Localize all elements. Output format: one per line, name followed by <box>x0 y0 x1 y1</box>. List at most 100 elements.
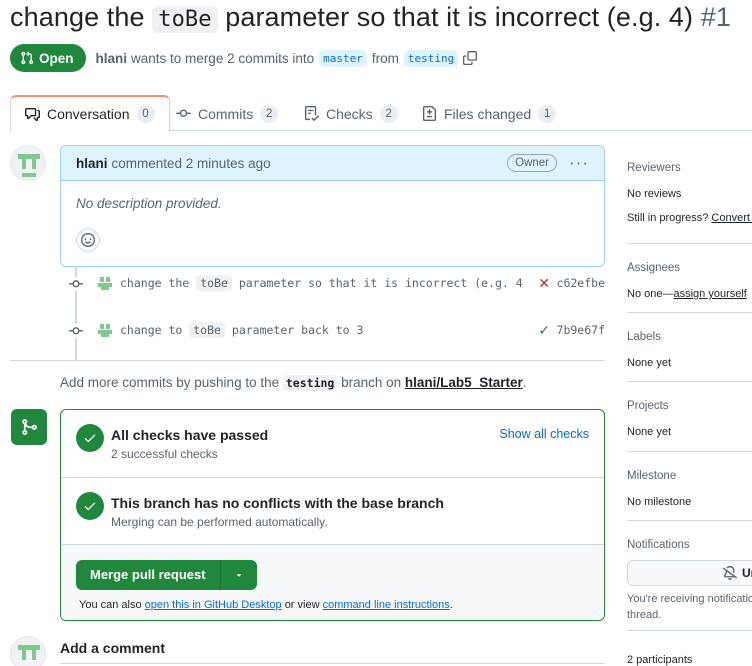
x-icon[interactable]: ✕ <box>538 275 550 292</box>
status-label: Open <box>39 50 74 66</box>
tab-label: Conversation <box>47 106 130 122</box>
git-pull-request-icon <box>21 51 34 65</box>
tab-count: 0 <box>136 105 155 123</box>
projects-value: None yet <box>627 426 672 438</box>
push-note: Add more commits by pushing to the testi… <box>60 375 527 391</box>
show-all-checks-link[interactable]: Show all checks <box>499 427 589 441</box>
tab-count: 2 <box>379 104 398 123</box>
labels-heading[interactable]: Labels <box>627 331 752 343</box>
reviewers-heading[interactable]: Reviewers <box>627 162 752 174</box>
status-badge: Open <box>10 44 86 72</box>
avatar[interactable] <box>10 636 46 666</box>
comment-header: hlani commented 2 minutes ago Owner ··· <box>61 146 604 181</box>
unsubscribe-button[interactable]: Un <box>627 560 752 586</box>
notification-text: You're receiving notificatio <box>627 593 752 605</box>
conflicts-subtitle: Merging can be performed automatically. <box>111 515 328 529</box>
pr-number: #1 <box>700 2 731 32</box>
tab-count: 1 <box>538 104 557 123</box>
triangle-down-icon <box>236 574 241 577</box>
merge-box: All checks have passed 2 successful chec… <box>60 409 605 621</box>
github-desktop-link[interactable]: open this in GitHub Desktop <box>145 599 282 611</box>
check-circle-icon <box>76 424 104 452</box>
tab-count: 2 <box>260 104 279 123</box>
tab-label: Files changed <box>444 105 532 122</box>
sidebar-assignees: Assignees No one—assign yourself <box>627 262 752 302</box>
git-commit-icon <box>68 277 84 291</box>
tab-commits[interactable]: Commits 2 <box>162 95 292 132</box>
comment-editor-border <box>60 663 605 664</box>
kebab-menu-icon[interactable]: ··· <box>569 154 589 171</box>
sidebar-milestone: Milestone No milestone <box>627 470 752 510</box>
title-text-prefix: change the <box>10 2 145 32</box>
tab-files-changed[interactable]: Files changed 1 <box>408 95 570 132</box>
base-branch[interactable]: master <box>319 49 367 67</box>
sidebar-projects: Projects None yet <box>627 400 752 440</box>
avatar[interactable] <box>97 322 113 338</box>
merge-options-dropdown[interactable] <box>221 560 257 590</box>
merge-button-label[interactable]: Merge pull request <box>76 560 221 590</box>
unsubscribe-label: Un <box>742 566 752 580</box>
sidebar-reviewers: Reviewers No reviews Still in progress? … <box>627 162 752 226</box>
commit-message[interactable]: change the toBe parameter so that it is … <box>120 275 523 291</box>
list-item: change the toBe parameter so that it is … <box>60 273 605 295</box>
conflicts-title: This branch has no conflicts with the ba… <box>111 495 444 511</box>
tab-label: Checks <box>326 105 373 122</box>
list-item: change to toBe parameter back to 3 ✓ 7b9… <box>60 320 605 342</box>
title-text-suffix: parameter so that it is incorrect (e.g. … <box>225 2 694 32</box>
head-branch[interactable]: testing <box>403 49 459 67</box>
projects-heading[interactable]: Projects <box>627 400 752 412</box>
assignees-value: No one— <box>627 288 674 300</box>
merge-pull-request-button[interactable]: Merge pull request <box>76 560 257 590</box>
command-line-link[interactable]: command line instructions <box>323 599 450 611</box>
divider <box>627 630 752 631</box>
divider <box>10 360 605 361</box>
git-commit-icon <box>68 324 84 338</box>
smiley-icon <box>81 233 95 247</box>
tab-checks[interactable]: Checks 2 <box>290 95 412 132</box>
meta-from: from <box>371 50 399 66</box>
author-link[interactable]: hlani <box>96 51 128 66</box>
notification-text-2: thread. <box>627 609 662 621</box>
git-commit-icon <box>176 109 191 118</box>
check-circle-icon <box>76 492 104 520</box>
comment-discussion-icon <box>25 107 40 121</box>
pr-tabs: Conversation 0 Commits 2 Checks 2 Files … <box>10 95 752 132</box>
divider <box>627 520 752 521</box>
assignees-heading[interactable]: Assignees <box>627 262 752 274</box>
assign-yourself-link[interactable]: assign yourself <box>673 288 746 300</box>
sidebar-participants: 2 participants <box>627 652 752 666</box>
check-icon[interactable]: ✓ <box>538 322 550 339</box>
meta-text: wants to merge 2 commits into <box>131 50 315 66</box>
checklist-icon <box>304 106 319 121</box>
git-merge-icon <box>11 409 47 445</box>
add-reaction-button[interactable] <box>76 228 100 252</box>
commit-message[interactable]: change to toBe parameter back to 3 <box>120 322 363 338</box>
conflicts-section: This branch has no conflicts with the ba… <box>61 478 604 546</box>
commit-sha[interactable]: 7b9e67f <box>557 323 605 337</box>
commit-sha[interactable]: c62efbe <box>557 276 605 290</box>
sidebar-labels: Labels None yet <box>627 331 752 371</box>
comment-timestamp[interactable]: commented 2 minutes ago <box>112 156 271 171</box>
divider <box>627 243 752 244</box>
add-comment-heading: Add a comment <box>60 640 166 656</box>
file-diff-icon <box>422 106 437 121</box>
branch-name: testing <box>282 375 338 391</box>
pr-meta: Open hlani wants to merge 2 commits into… <box>10 44 478 72</box>
milestone-heading[interactable]: Milestone <box>627 470 752 482</box>
comment-box: hlani commented 2 minutes ago Owner ··· … <box>60 145 605 267</box>
convert-to-draft-link[interactable]: Convert t <box>711 212 752 224</box>
participants-count: 2 participants <box>627 654 693 666</box>
divider <box>627 451 752 452</box>
labels-value: None yet <box>627 357 672 369</box>
identicon <box>18 645 40 660</box>
tab-conversation[interactable]: Conversation 0 <box>10 95 170 132</box>
divider <box>627 312 752 313</box>
avatar[interactable] <box>10 145 46 181</box>
notifications-heading: Notifications <box>627 539 690 551</box>
notification-reason: You're receiving notificatio thread. <box>627 591 752 623</box>
comment-author[interactable]: hlani <box>76 156 108 171</box>
repo-link[interactable]: hlani/Lab5_Starter <box>405 375 523 390</box>
copy-icon[interactable] <box>463 51 478 65</box>
avatar[interactable] <box>97 275 113 291</box>
reviewers-progress-text: Still in progress? <box>627 212 709 224</box>
